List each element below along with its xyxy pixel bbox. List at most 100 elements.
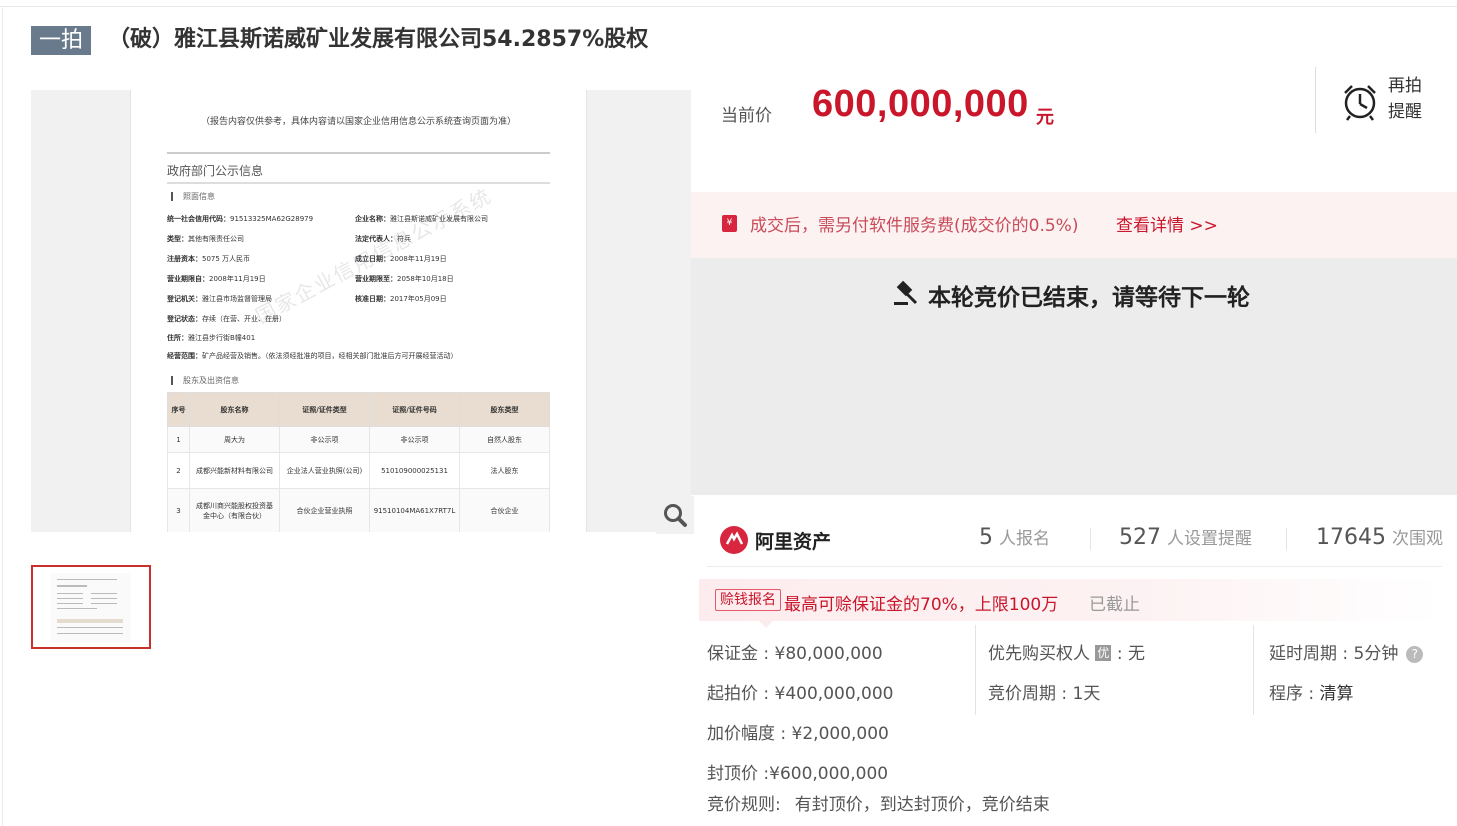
auction-page: 一拍 （破）雅江县斯诺威矿业发展有限公司54.2857%股权 （报告内容仅供参考…	[0, 0, 1457, 826]
remind-divider	[1315, 67, 1316, 133]
table-header-row: 序号 股东名称 证照/证件类型 证照/证件号码 股东类型	[167, 392, 550, 427]
priority-label: 优先购买权人	[988, 644, 1090, 664]
gavel-icon	[894, 280, 918, 305]
table-cell: 非公示项	[369, 426, 460, 453]
doc-field: 营业期限自：2008年11月19日	[167, 275, 266, 283]
doc-divider	[167, 182, 550, 184]
table-row: 3 成都川商兴能股权投资基金中心（有限合伙） 合伙企业营业执照 91510104…	[167, 488, 550, 532]
table-cell: 非公示项	[279, 426, 370, 453]
bid-rule-info: 竞价规则: 有封顶价，到达封顶价，竞价结束	[707, 790, 1050, 815]
price-unit: 元	[1036, 107, 1054, 128]
doc-divider	[167, 152, 550, 154]
thumb-line	[57, 619, 123, 623]
doc-field: 统一社会信用代码：91513325MA62G28979	[167, 215, 314, 223]
remind-line2: 提醒	[1388, 102, 1422, 122]
table-cell: 自然人股东	[459, 426, 550, 453]
left-divider	[2, 6, 3, 826]
start-price-info: 起拍价 : ¥400,000,000	[707, 684, 894, 704]
thumb-line	[91, 603, 117, 604]
doc-field: 营业期限至：2058年10月18日	[355, 275, 454, 283]
magnifier-icon	[664, 504, 687, 527]
priority-badge: 优	[1095, 645, 1112, 661]
service-fee-notice: ¥ 成交后，需另付软件服务费(成交价的0.5%) 查看详情 >>	[691, 192, 1457, 258]
reauction-remind-button[interactable]: 再拍 提醒	[1340, 70, 1450, 130]
table-header: 股东名称	[189, 392, 280, 427]
thumbnail-image	[51, 573, 131, 643]
thumb-line	[57, 579, 117, 580]
report-document-image: （报告内容仅供参考，具体内容请以国家企业信用信息公示系统查询页面为准） 政府部门…	[130, 90, 587, 532]
view-count: 17645 次围观	[1316, 524, 1443, 550]
credit-signup-text: 最高可赊保证金的70%，上限100万	[784, 595, 1059, 615]
detail-divider	[1253, 625, 1254, 715]
remind-line1: 再拍	[1388, 76, 1422, 96]
delay-text: 延时周期 : 5分钟	[1269, 644, 1399, 664]
fee-icon: ¥	[722, 215, 737, 232]
alarm-clock-icon	[1344, 85, 1376, 121]
doc-field: 注册资本：5075 万人民币	[167, 255, 251, 263]
current-price-label: 当前价	[721, 106, 772, 126]
table-cell: 企业法人营业执照(公司)	[279, 452, 370, 489]
stat-divider	[1090, 528, 1091, 550]
bid-rule-value: 有封顶价，到达封顶价，竞价结束	[794, 795, 1050, 815]
delay-period-info: 延时周期 : 5分钟?	[1269, 639, 1424, 664]
table-cell: 成都兴能新材料有限公司	[189, 452, 280, 489]
top-divider	[0, 6, 1457, 7]
thumb-line	[57, 608, 97, 609]
table-cell: 合伙企业营业执照	[279, 488, 370, 532]
table-header: 证照/证件号码	[369, 392, 460, 427]
priority-buyer-info: 优先购买权人 优 : 无	[988, 639, 1145, 664]
brand-name: 阿里资产	[755, 531, 832, 553]
procedure-label: 程序 :	[1269, 684, 1320, 704]
main-image-viewer[interactable]: （报告内容仅供参考，具体内容请以国家企业信用信息公示系统查询页面为准） 政府部门…	[31, 90, 691, 532]
table-cell: 合伙企业	[459, 488, 550, 532]
thumb-line	[91, 593, 117, 594]
doc-field: 类型：其他有限责任公司	[167, 235, 244, 243]
auction-status-box: 本轮竞价已结束，请等待下一轮	[691, 258, 1457, 495]
doc-watermark: 国家企业信用信息公示系统	[251, 183, 496, 329]
help-icon[interactable]: ?	[1406, 646, 1424, 663]
deposit-info: 保证金 : ¥80,000,000	[707, 644, 883, 664]
zoom-button[interactable]	[656, 496, 694, 534]
doc-field: 经营范围：矿产品经营及销售。（依法须经批准的项目，经相关部门批准后方可开展经营活…	[167, 352, 458, 360]
thumb-line	[57, 627, 123, 628]
table-cell: 3	[167, 488, 190, 532]
thumb-line	[57, 598, 83, 599]
priority-value: : 无	[1116, 644, 1145, 664]
remind-text: 再拍 提醒	[1388, 73, 1422, 125]
thumbnail-selected[interactable]	[31, 565, 151, 649]
current-price-value: 600,000,000	[812, 83, 1029, 125]
page-title: （破）雅江县斯诺威矿业发展有限公司54.2857%股权	[108, 27, 649, 52]
credit-signup-status: 已截止	[1089, 595, 1140, 615]
fee-details-link[interactable]: 查看详情 >>	[1116, 211, 1218, 236]
thumb-line	[57, 603, 83, 604]
bid-rule-label: 竞价规则:	[707, 795, 781, 815]
table-cell: 成都川商兴能股权投资基金中心（有限合伙）	[189, 488, 280, 532]
ali-assets-logo-icon	[720, 526, 748, 554]
stat-divider	[1286, 528, 1287, 550]
stats-divider	[707, 566, 1442, 567]
table-cell: 2	[167, 452, 190, 489]
detail-divider	[975, 625, 976, 715]
fee-text: 成交后，需另付软件服务费(成交价的0.5%)	[750, 216, 1079, 236]
increment-info: 加价幅度 : ¥2,000,000	[707, 724, 889, 744]
thumb-line	[57, 585, 87, 587]
doc-field: 核准日期：2017年05月09日	[355, 295, 447, 303]
view-label: 次围观	[1392, 529, 1443, 549]
table-cell: 法人股东	[459, 452, 550, 489]
table-header: 股东类型	[459, 392, 550, 427]
table-cell: 周大为	[189, 426, 280, 453]
procedure-info: 程序 : 清算	[1269, 679, 1354, 704]
reminder-count: 527 人设置提醒	[1119, 524, 1252, 550]
doc-sub-license: 照面信息	[171, 192, 215, 201]
thumb-line	[57, 593, 83, 594]
signup-num: 5	[979, 525, 993, 550]
bid-cycle-info: 竞价周期 : 1天	[988, 684, 1101, 704]
cap-price-info: 封顶价 :¥600,000,000	[707, 764, 889, 784]
procedure-value: 清算	[1319, 684, 1354, 704]
credit-signup-tag: 赊钱报名	[715, 589, 781, 611]
round-badge: 一拍	[31, 26, 91, 55]
table-cell: 91510104MA61X7RT7L	[369, 488, 460, 532]
view-num: 17645	[1316, 525, 1386, 550]
signup-count: 5 人报名	[979, 524, 1050, 550]
doc-section-title: 政府部门公示信息	[167, 164, 264, 178]
